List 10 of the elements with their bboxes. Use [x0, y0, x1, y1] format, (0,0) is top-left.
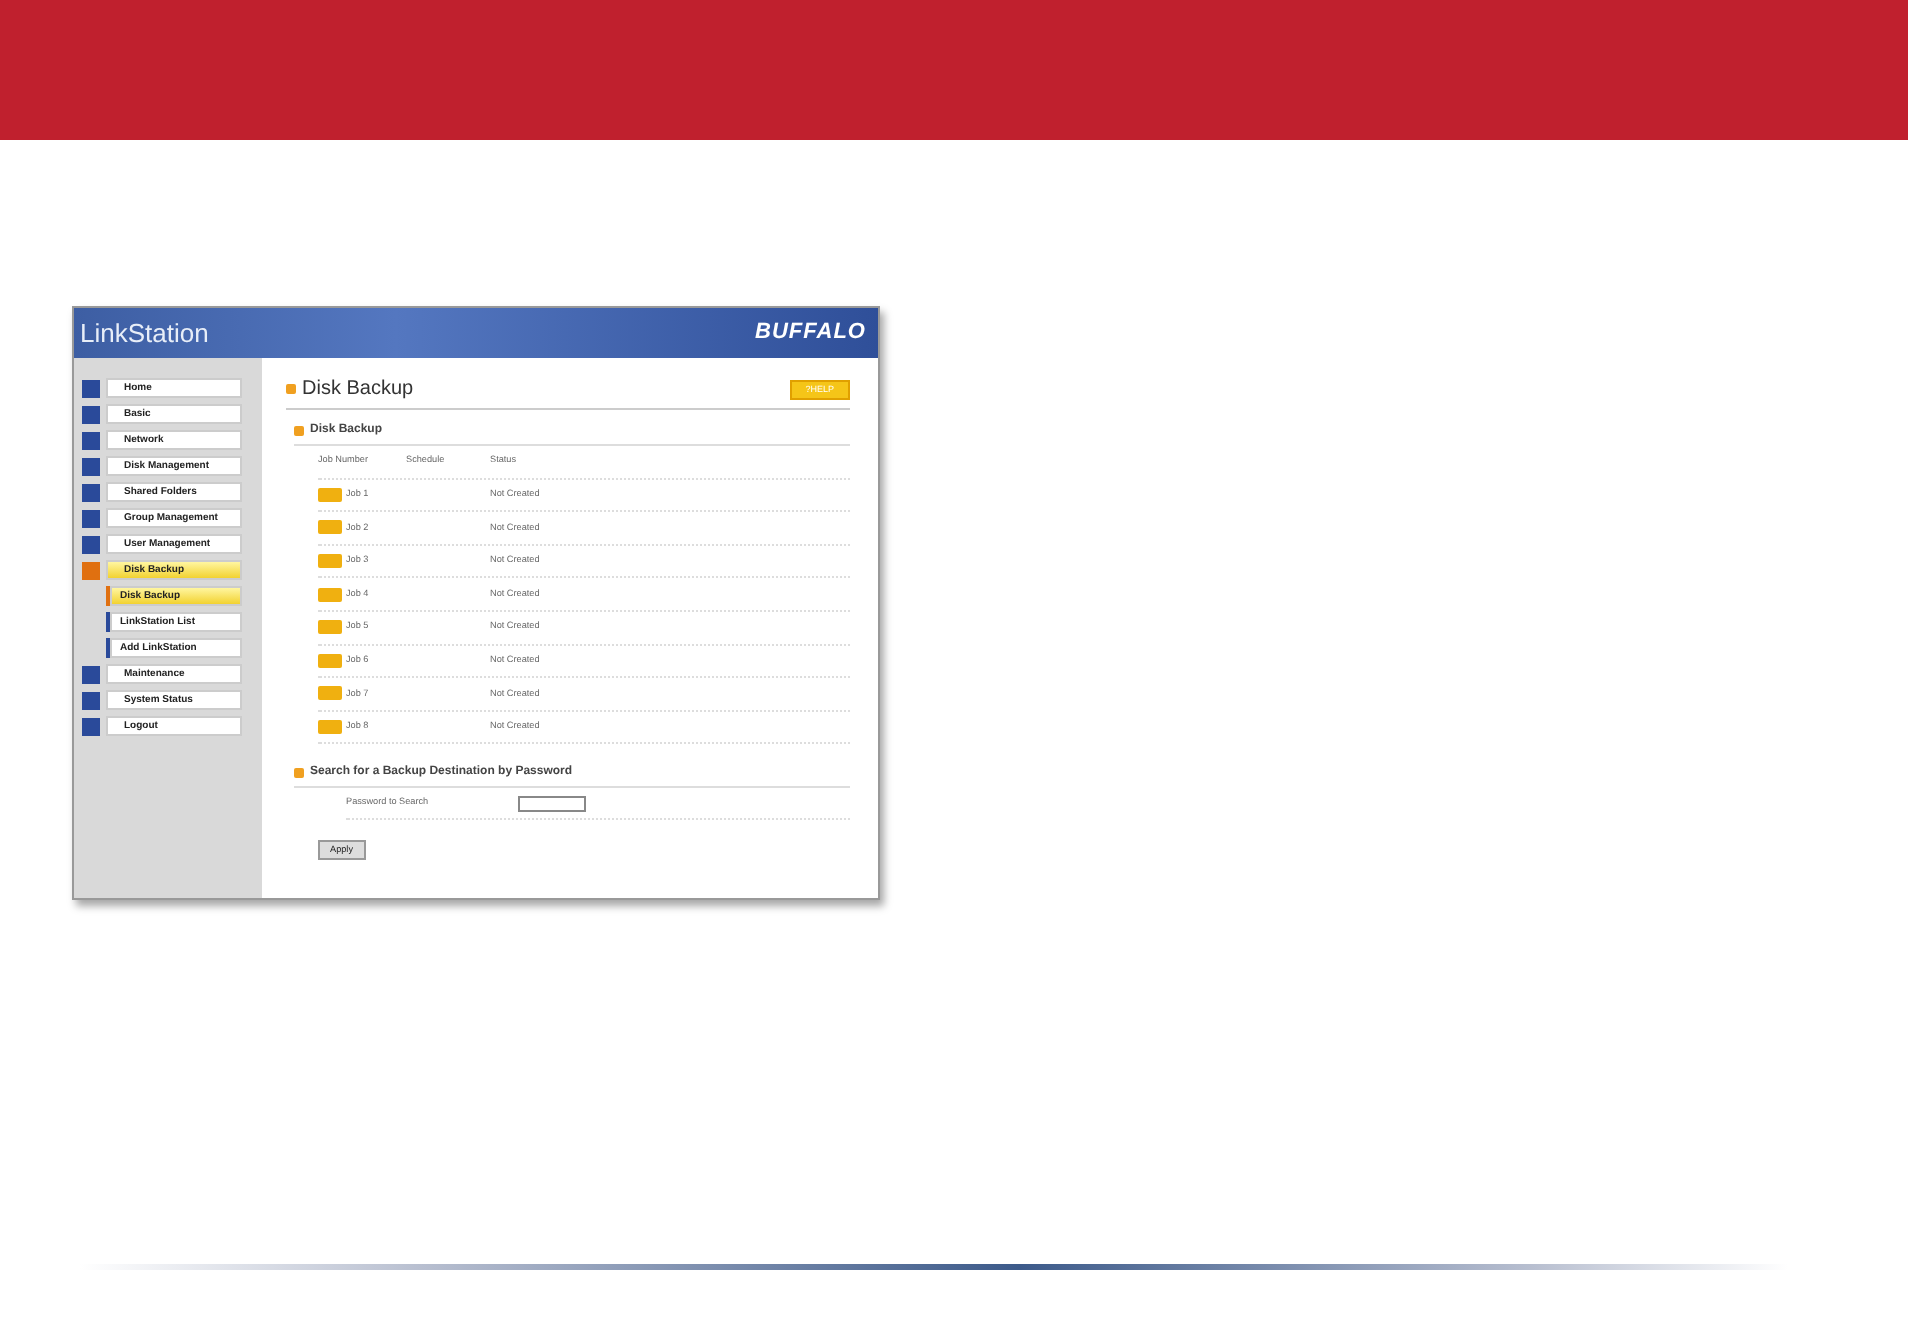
marker-bar — [106, 586, 110, 606]
bullet-icon — [294, 426, 304, 436]
logo: LinkStation — [80, 320, 209, 346]
brand-logo: BUFFALO — [755, 318, 866, 349]
bullet-icon — [294, 768, 304, 779]
page-title: Disk Backup — [302, 376, 414, 404]
marker-bar — [106, 612, 110, 632]
bullet-icon — [286, 384, 296, 394]
marker-bar — [106, 638, 110, 658]
password-field[interactable] — [518, 795, 586, 812]
